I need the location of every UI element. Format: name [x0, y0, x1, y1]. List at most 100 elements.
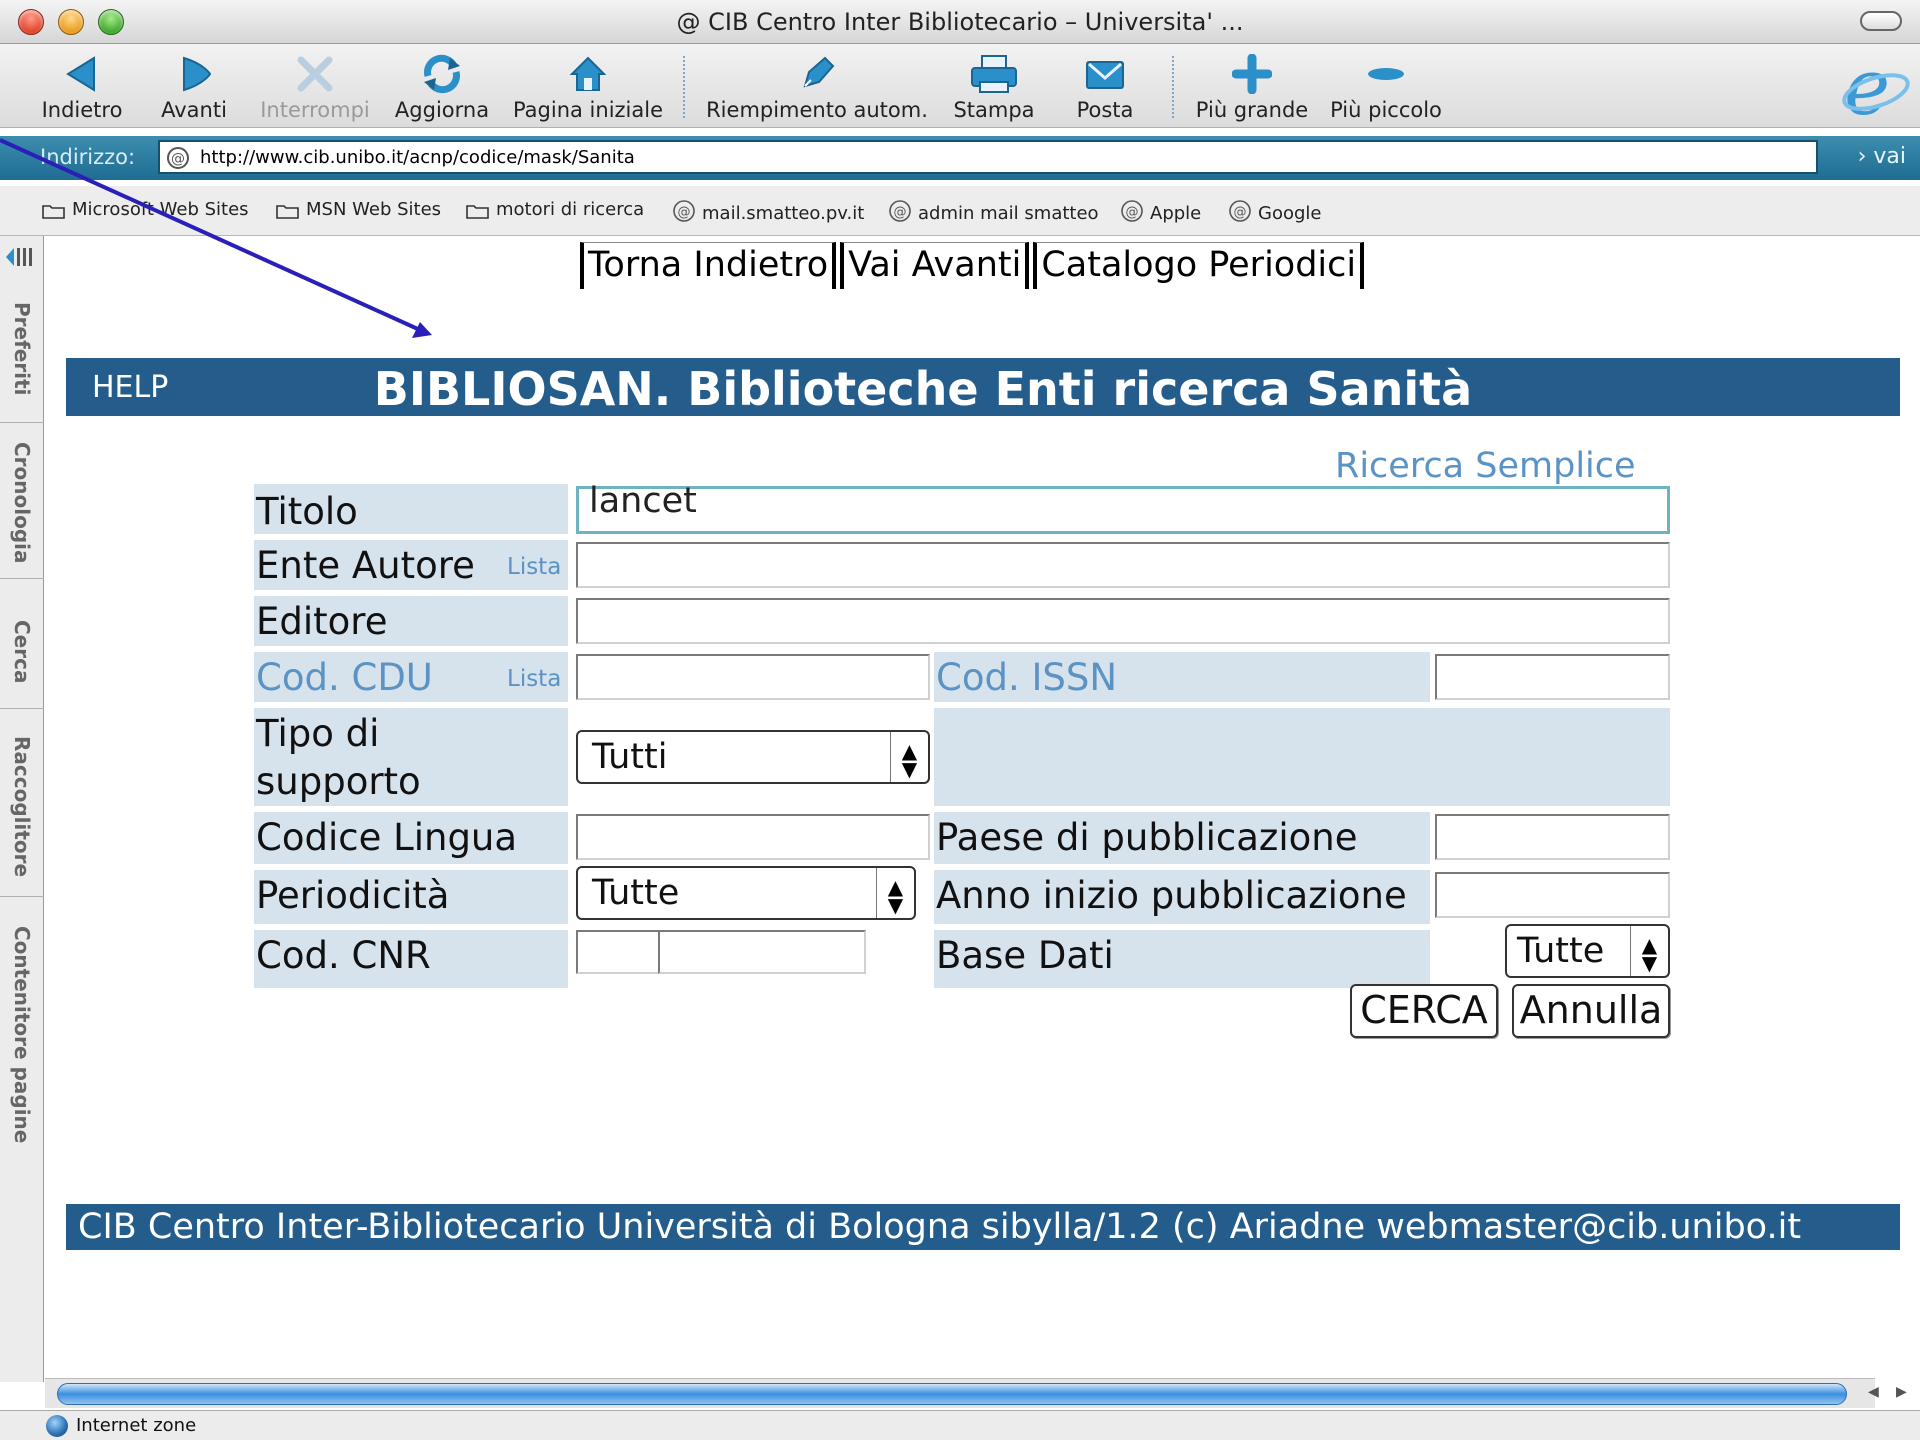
sidebar-toggle-icon[interactable] — [4, 246, 38, 268]
toolbar-separator — [1172, 56, 1174, 118]
refresh-icon — [424, 54, 460, 94]
media-type-label-line2: supporto — [256, 760, 421, 803]
database-label: Base Dati — [936, 934, 1114, 977]
sidebar-divider — [0, 896, 44, 897]
print-label: Stampa — [953, 98, 1035, 122]
author-entity-label: Ente Autore — [256, 544, 475, 587]
plus-icon — [1232, 54, 1272, 94]
page-content: Torna Indietro Vai Avanti Catalogo Perio… — [45, 236, 1920, 1382]
frequency-select[interactable]: Tutte ▲ ▼ — [576, 866, 916, 920]
cnr-code-label: Cod. CNR — [256, 934, 431, 977]
cdu-code-input[interactable] — [576, 654, 930, 700]
at-link-icon: @ — [1229, 200, 1251, 222]
frequency-selected-value: Tutte — [592, 873, 680, 913]
address-label: Indirizzo: — [40, 145, 136, 169]
select-updown-icon: ▲ ▼ — [1630, 926, 1668, 976]
folder-icon — [276, 205, 299, 219]
language-code-label: Codice Lingua — [256, 816, 518, 859]
publisher-input[interactable] — [576, 598, 1670, 644]
svg-text:@: @ — [678, 205, 691, 220]
author-entity-input[interactable] — [576, 542, 1670, 588]
database-select[interactable]: Tutte ▲ ▼ — [1505, 924, 1670, 978]
address-input[interactable]: @ http://www.cib.unibo.it/acnp/codice/ma… — [158, 140, 1818, 174]
sidebar-divider — [0, 422, 44, 423]
cnr-code-prefix-input[interactable] — [576, 930, 660, 974]
sidebar-tab-page-holder[interactable]: Contenitore pagine — [0, 926, 44, 1166]
favorite-label: motori di ricerca — [496, 199, 645, 220]
folder-icon — [466, 205, 489, 219]
favorite-label: MSN Web Sites — [306, 199, 442, 220]
forward-link[interactable]: Vai Avanti — [840, 242, 1030, 289]
sidebar-tab-favorites[interactable]: Preferiti — [0, 302, 44, 422]
favorite-folder-microsoft[interactable]: Microsoft Web Sites — [42, 199, 249, 220]
media-type-selected-value: Tutti — [592, 737, 668, 777]
sidebar-tab-search[interactable]: Cerca — [0, 620, 44, 710]
country-label: Paese di pubblicazione — [936, 816, 1358, 859]
back-label: Indietro — [41, 98, 123, 122]
sidebar-divider — [0, 578, 44, 579]
horizontal-scrollbar[interactable] — [45, 1378, 1875, 1408]
issn-code-label[interactable]: Cod. ISSN — [936, 656, 1117, 699]
sidebar-tab-history[interactable]: Cronologia — [0, 442, 44, 582]
horizontal-scrollbar-thumb[interactable] — [57, 1383, 1847, 1405]
home-icon — [569, 56, 607, 91]
start-year-input[interactable] — [1435, 872, 1670, 918]
media-type-select[interactable]: Tutti ▲ ▼ — [576, 730, 930, 784]
favorite-folder-msn[interactable]: MSN Web Sites — [276, 199, 441, 220]
toolbar-toggle-button[interactable] — [1860, 11, 1902, 31]
mail-icon — [1086, 61, 1124, 89]
home-button[interactable]: Pagina iniziale — [508, 44, 668, 128]
autofill-button[interactable]: Riempimento autom. — [704, 44, 930, 128]
refresh-label: Aggiorna — [394, 98, 490, 122]
scroll-left-arrow-icon[interactable]: ◀ — [1868, 1384, 1879, 1400]
page-navigation: Torna Indietro Vai Avanti Catalogo Perio… — [580, 242, 1368, 292]
scroll-right-arrow-icon[interactable]: ▶ — [1896, 1384, 1907, 1400]
favorite-link-mail[interactable]: @ mail.smatteo.pv.it — [672, 199, 864, 224]
at-link-icon: @ — [1121, 200, 1143, 222]
go-button[interactable]: › vai — [1858, 144, 1906, 169]
svg-text:@: @ — [171, 151, 185, 167]
search-button[interactable]: CERCA — [1350, 984, 1498, 1038]
favorite-link-google[interactable]: @ Google — [1228, 199, 1321, 224]
text-smaller-label: Più piccolo — [1330, 98, 1442, 122]
author-entity-list-link[interactable]: Lista — [507, 554, 561, 580]
forward-arrow-icon — [183, 56, 212, 92]
forward-button[interactable]: Avanti — [148, 44, 240, 128]
at-link-icon: @ — [673, 200, 695, 222]
periodicals-catalog-link[interactable]: Catalogo Periodici — [1033, 242, 1365, 289]
text-larger-button[interactable]: Più grande — [1190, 44, 1314, 128]
language-code-input[interactable] — [576, 814, 930, 860]
stop-button[interactable]: Interrompi — [256, 44, 374, 128]
text-smaller-button[interactable]: Più piccolo — [1326, 44, 1446, 128]
internet-explorer-logo-icon: e — [1842, 52, 1910, 124]
cdu-code-list-link[interactable]: Lista — [507, 666, 561, 692]
issn-code-input[interactable] — [1435, 654, 1670, 700]
simple-search-link[interactable]: Ricerca Semplice — [1335, 446, 1636, 486]
page-footer-band: CIB Centro Inter-Bibliotecario Universit… — [66, 1204, 1900, 1250]
country-input[interactable] — [1435, 814, 1670, 860]
cnr-code-number-input[interactable] — [658, 930, 866, 974]
favorite-link-admin-mail[interactable]: @ admin mail smatteo — [888, 199, 1099, 224]
title-input[interactable]: lancet — [576, 481, 1670, 534]
sidebar-tab-scrapbook[interactable]: Raccoglitore — [0, 736, 44, 896]
form-empty-cell — [934, 708, 1670, 806]
sidebar-tab-label: Preferiti — [10, 302, 34, 396]
sidebar-tab-label: Contenitore pagine — [10, 926, 34, 1144]
mail-button[interactable]: Posta — [1062, 44, 1148, 128]
refresh-button[interactable]: Aggiorna — [390, 44, 494, 128]
select-updown-icon: ▲ ▼ — [890, 732, 928, 782]
reset-button[interactable]: Annulla — [1512, 984, 1670, 1038]
select-updown-icon: ▲ ▼ — [876, 868, 914, 918]
explorer-sidebar-tabs: Preferiti Cronologia Cerca Raccoglitore … — [0, 236, 44, 1382]
print-button[interactable]: Stampa — [948, 44, 1040, 128]
favorite-folder-search-engines[interactable]: motori di ricerca — [466, 199, 644, 220]
favorite-label: mail.smatteo.pv.it — [702, 203, 865, 224]
back-button[interactable]: Indietro — [30, 44, 134, 128]
svg-text:@: @ — [894, 205, 907, 220]
home-label: Pagina iniziale — [512, 98, 664, 122]
title-label: Titolo — [256, 490, 358, 533]
back-link[interactable]: Torna Indietro — [580, 242, 837, 289]
cdu-code-label[interactable]: Cod. CDU — [256, 656, 433, 699]
favorite-link-apple[interactable]: @ Apple — [1120, 199, 1201, 224]
stop-label: Interrompi — [260, 98, 370, 122]
